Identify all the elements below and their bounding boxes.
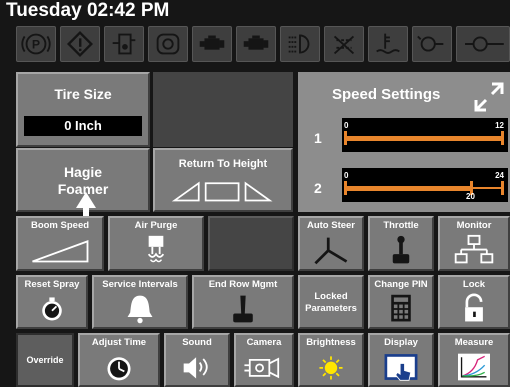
auto-steer-label: Auto Steer	[306, 220, 356, 231]
display-button[interactable]: Display	[368, 333, 434, 387]
brightness-button[interactable]: Brightness	[298, 333, 364, 387]
override-button[interactable]: Override	[16, 333, 74, 387]
tire-size-button[interactable]: Tire Size 0 Inch	[16, 72, 150, 147]
display-screen: Tuesday 02:42 PM P Tire Size 0 Inch Spee…	[0, 0, 510, 387]
bell-icon	[94, 293, 186, 325]
auto-steer-button[interactable]: Auto Steer	[298, 216, 364, 271]
adjust-time-button[interactable]: Adjust Time	[78, 333, 160, 387]
speed-slider-2-max-cap	[501, 181, 504, 195]
lock-button[interactable]: Lock	[438, 275, 510, 329]
status-bar: Tuesday 02:42 PM	[0, 0, 510, 22]
air-purge-label: Air Purge	[134, 220, 178, 231]
speed-slider-2[interactable]: 0 24 20	[342, 168, 508, 202]
speed-row-1-number: 1	[314, 130, 322, 146]
empty-panel	[153, 72, 293, 147]
monitor-label: Monitor	[456, 220, 492, 231]
fuel-water-icon	[104, 26, 144, 62]
speed-slider-2-remaining	[472, 187, 502, 189]
speed-slider-1-track	[344, 136, 502, 141]
blank-button	[208, 216, 294, 271]
speed-slider-1-max: 12	[495, 121, 504, 130]
return-to-height-icon	[155, 178, 291, 204]
stopwatch-icon	[18, 293, 86, 325]
speed-slider-1-handle[interactable]	[501, 131, 504, 145]
speed-slider-2-max: 24	[495, 171, 504, 180]
sound-button[interactable]: Sound	[164, 333, 230, 387]
camera-label: Camera	[246, 337, 282, 348]
locked-parameters-label: Locked Parameters	[305, 291, 357, 314]
clock-icon	[80, 351, 158, 383]
display-label: Display	[384, 337, 418, 348]
end-row-mgmt-button[interactable]: End Row Mgmt	[192, 275, 294, 329]
reset-spray-label: Reset Spray	[24, 279, 80, 290]
throttle-icon	[370, 234, 432, 267]
speaker-icon	[166, 351, 228, 383]
measure-button[interactable]: Measure	[438, 333, 510, 387]
air-purge-button[interactable]: Air Purge	[108, 216, 204, 271]
reset-spray-button[interactable]: Reset Spray	[16, 275, 88, 329]
tire-size-label: Tire Size	[54, 86, 112, 102]
boom-speed-button[interactable]: Boom Speed	[16, 216, 104, 271]
locked-parameters-button[interactable]: Locked Parameters	[298, 275, 364, 329]
video-camera-icon	[236, 351, 292, 383]
speed-slider-1-min: 0	[344, 121, 349, 130]
adjust-time-label: Adjust Time	[91, 337, 147, 348]
network-icon	[440, 234, 508, 267]
brightness-label: Brightness	[306, 337, 356, 348]
boom-speed-label: Boom Speed	[30, 220, 90, 231]
engine-check-icon	[236, 26, 276, 62]
parking-brake-icon: P	[16, 26, 56, 62]
end-row-mgmt-label: End Row Mgmt	[208, 279, 278, 290]
warning-triangle-icon	[60, 26, 100, 62]
svg-text:P: P	[32, 38, 40, 52]
display-touch-icon	[370, 351, 432, 383]
tire-size-value: 0 Inch	[24, 116, 142, 136]
expand-icon[interactable]	[472, 80, 506, 114]
auto-steer-icon	[300, 234, 362, 267]
speed-slider-2-track	[344, 186, 472, 191]
light-icon	[280, 26, 320, 62]
oil-can-icon	[412, 26, 452, 62]
return-to-height-label: Return To Height	[178, 158, 268, 170]
joystick-icon	[194, 293, 292, 325]
engine-icon	[192, 26, 232, 62]
change-pin-button[interactable]: Change PIN	[368, 275, 434, 329]
sun-icon	[300, 351, 362, 383]
oil-pressure-icon	[456, 26, 510, 62]
date-time: Tuesday 02:42 PM	[6, 0, 170, 21]
engine-temp-icon	[148, 26, 188, 62]
air-purge-icon	[110, 234, 202, 267]
speed-settings-title: Speed Settings	[332, 86, 441, 103]
lock-label: Lock	[462, 279, 486, 290]
service-intervals-label: Service Intervals	[102, 279, 178, 290]
line-graph-icon	[440, 351, 508, 383]
speed-settings-panel: Speed Settings 1 0 12 2 0 24 20	[298, 72, 510, 212]
unlock-icon	[440, 293, 508, 325]
throttle-button[interactable]: Throttle	[368, 216, 434, 271]
throttle-label: Throttle	[383, 220, 419, 231]
boom-speed-icon	[18, 234, 102, 267]
monitor-button[interactable]: Monitor	[438, 216, 510, 271]
speed-row-2-number: 2	[314, 180, 322, 196]
service-intervals-button[interactable]: Service Intervals	[92, 275, 188, 329]
return-to-height-button[interactable]: Return To Height	[153, 148, 293, 212]
measure-label: Measure	[454, 337, 494, 348]
sound-label: Sound	[182, 337, 212, 348]
keypad-icon	[370, 293, 432, 325]
fan-off-icon	[324, 26, 364, 62]
coolant-icon	[368, 26, 408, 62]
speed-slider-2-min-cap	[344, 181, 347, 195]
speed-slider-2-min: 0	[344, 171, 349, 180]
speed-slider-1-min-cap	[344, 131, 347, 145]
camera-button[interactable]: Camera	[234, 333, 294, 387]
speed-slider-1[interactable]: 0 12	[342, 118, 508, 152]
speed-slider-2-value: 20	[466, 192, 475, 201]
override-label: Override	[26, 355, 64, 365]
change-pin-label: Change PIN	[374, 279, 428, 290]
